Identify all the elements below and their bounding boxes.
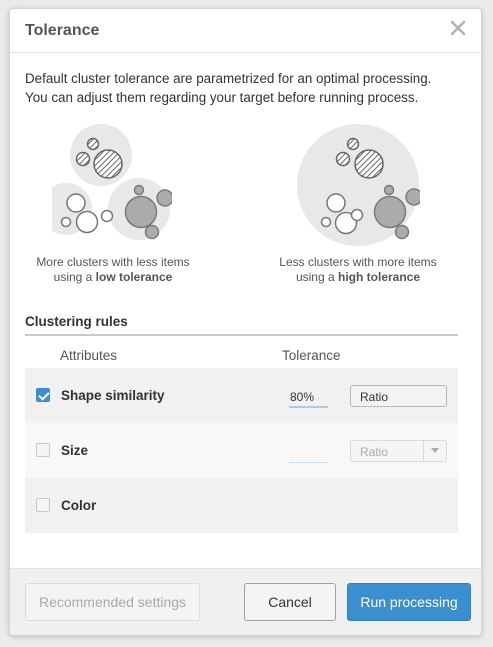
recommended-settings-button[interactable]: Recommended settings bbox=[25, 583, 200, 621]
caption-line: Less clusters with more items bbox=[279, 255, 437, 269]
high-tolerance-caption: Less clusters with more items using a hi… bbox=[258, 255, 458, 285]
caption-prefix: using a bbox=[53, 270, 96, 284]
cancel-button[interactable]: Cancel bbox=[244, 583, 336, 621]
rule-label: Size bbox=[61, 443, 89, 458]
caption-line: using a high tolerance bbox=[258, 270, 458, 285]
chevron-down-icon bbox=[431, 448, 439, 453]
attributes-column-header: Attributes bbox=[60, 348, 118, 363]
shape-similarity-tolerance-input[interactable] bbox=[289, 388, 328, 408]
caption-bold: low tolerance bbox=[95, 270, 173, 284]
intro-text: Default cluster tolerance are parametriz… bbox=[25, 69, 465, 107]
rule-row-shape-similarity: Shape similarity Ratio bbox=[25, 368, 458, 423]
size-checkbox[interactable] bbox=[36, 443, 50, 457]
intro-line-1: Default cluster tolerance are parametriz… bbox=[25, 71, 432, 86]
rule-row-color: Color bbox=[25, 478, 458, 533]
rule-row-size: Size Ratio bbox=[25, 423, 458, 478]
caption-bold: high tolerance bbox=[338, 270, 421, 284]
size-mode-select[interactable]: Ratio bbox=[350, 440, 447, 462]
select-value: Ratio bbox=[360, 390, 389, 404]
rule-label: Color bbox=[61, 498, 97, 513]
size-tolerance-input[interactable] bbox=[289, 443, 328, 463]
run-processing-button[interactable]: Run processing bbox=[347, 583, 471, 621]
rule-label: Shape similarity bbox=[61, 388, 165, 403]
dialog-header: Tolerance bbox=[10, 9, 481, 53]
select-value: Ratio bbox=[360, 445, 389, 459]
close-icon[interactable] bbox=[449, 19, 467, 37]
shape-similarity-mode-select[interactable]: Ratio bbox=[350, 385, 447, 407]
dialog-footer: Recommended settings Cancel Run processi… bbox=[10, 568, 481, 635]
dialog-title: Tolerance bbox=[25, 22, 100, 39]
low-tolerance-illustration bbox=[40, 123, 174, 241]
caption-line: More clusters with less items bbox=[36, 255, 190, 269]
intro-line-2: You can adjust them regarding your targe… bbox=[25, 90, 419, 105]
tolerance-dialog: Tolerance Default cluster tolerance are … bbox=[9, 8, 482, 636]
section-divider bbox=[25, 334, 458, 336]
caption-line: using a low tolerance bbox=[13, 270, 213, 285]
tolerance-column-header: Tolerance bbox=[282, 348, 341, 363]
clustering-rules-title: Clustering rules bbox=[25, 314, 128, 329]
shape-similarity-checkbox[interactable] bbox=[36, 388, 50, 402]
low-tolerance-caption: More clusters with less items using a lo… bbox=[13, 255, 213, 285]
color-checkbox[interactable] bbox=[36, 498, 50, 512]
high-tolerance-illustration bbox=[296, 123, 423, 247]
select-toggle bbox=[423, 441, 446, 461]
caption-prefix: using a bbox=[295, 270, 338, 284]
